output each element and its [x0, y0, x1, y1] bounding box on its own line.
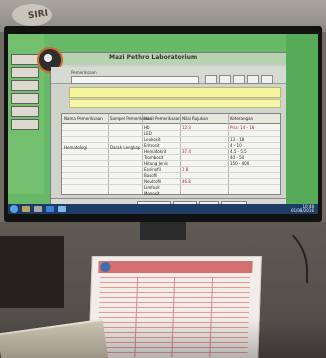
reference-range: 13 - 18 — [230, 137, 245, 142]
test-result: 37.4 — [182, 149, 191, 154]
search-input[interactable] — [71, 76, 199, 84]
sidebar-button-1[interactable] — [11, 54, 39, 65]
test-name: Eosinofil — [144, 167, 161, 172]
toolbar-button-5[interactable] — [261, 75, 273, 84]
table-row-divider-3 — [62, 142, 280, 143]
toolbar: Pemeriksaan — [51, 67, 287, 84]
sidebar-button-6[interactable] — [11, 119, 39, 130]
taskbar-date: 01/08/2016 — [290, 208, 314, 213]
sidebar-button-4[interactable] — [11, 93, 39, 104]
foreground-shadow — [0, 318, 326, 358]
monitor-stand — [140, 222, 186, 240]
sidebar-button-5[interactable] — [11, 106, 39, 117]
test-result: 12.3 — [182, 125, 191, 130]
table-header-note: Keterangan — [230, 116, 254, 121]
table-row-divider-8 — [62, 172, 280, 173]
reference-range: 4.5 - 5.5 — [230, 149, 247, 154]
test-result: 46.8 — [182, 179, 191, 184]
taskbar-app-icon-4[interactable] — [58, 206, 66, 212]
dark-desk-object — [0, 236, 64, 308]
table-row-divider-5 — [62, 154, 280, 155]
table-header-reference: Nilai Rujukan — [182, 116, 209, 121]
paper-header-band — [98, 261, 253, 273]
app-title: Mazi Pethro Laboratorium — [109, 54, 198, 61]
table-row-divider-7 — [62, 166, 280, 167]
reference-range: 40 - 50 — [230, 155, 245, 160]
test-name: Hb — [144, 125, 150, 130]
lab-logo-center-icon — [44, 54, 52, 62]
toolbar-button-4[interactable] — [247, 75, 259, 84]
right-screen-panel — [286, 34, 318, 204]
table-row-divider-1 — [62, 130, 280, 131]
monitor-screen: Mazi Pethro Laboratorium Pemeriksaan Nam… — [8, 34, 318, 214]
test-name: Hematokrit — [144, 149, 167, 154]
results-table: Nama Pemeriksaan Sampel Pemeriksaan Hasi… — [61, 113, 281, 196]
test-name: Eritrosit — [144, 143, 160, 148]
test-name: Trombosit — [144, 155, 164, 160]
windows-taskbar: 10:48 01/08/2016 — [8, 204, 318, 214]
test-name: Hitung Jenis — [144, 161, 168, 166]
test-name: Leukosit — [144, 137, 161, 142]
patient-detail-field[interactable] — [69, 99, 281, 108]
toolbar-button-1[interactable] — [205, 75, 217, 84]
sidebar-button-3[interactable] — [11, 80, 39, 91]
exam-group-label: Hematologi — [64, 145, 88, 150]
toolbar-button-3[interactable] — [233, 75, 245, 84]
reference-range: 4 - 10 — [230, 143, 242, 148]
table-header-result: Hasil Pemeriksaan — [144, 116, 181, 121]
table-row-divider-2 — [62, 136, 280, 137]
taskbar-app-icon-3[interactable] — [46, 206, 54, 212]
test-result: 1.8 — [182, 167, 189, 172]
test-name: Neutrofil — [144, 179, 162, 184]
test-name: Monosit — [144, 191, 160, 196]
table-header-name: Nama Pemeriksaan — [64, 116, 103, 121]
toolbar-button-2[interactable] — [219, 75, 231, 84]
table-row-divider-4 — [62, 148, 280, 149]
photo-scene: Mazi Pethro Laboratorium Pemeriksaan Nam… — [0, 0, 326, 358]
table-row-divider-10 — [62, 184, 280, 185]
reference-range: Pria: 14 - 18 — [230, 125, 255, 130]
window-titlebar: Mazi Pethro Laboratorium — [51, 53, 287, 65]
taskbar-app-icon-2[interactable] — [34, 206, 42, 212]
table-row-divider-9 — [62, 178, 280, 179]
reference-range: 150 - 400 — [230, 161, 250, 166]
sidebar-button-2[interactable] — [11, 67, 39, 78]
exam-sample-label: Darah Lengkap — [110, 145, 141, 150]
test-name: Basofil — [144, 173, 158, 178]
test-name: Limfosit — [144, 185, 160, 190]
start-button-icon[interactable] — [10, 205, 18, 213]
lab-app-window: Mazi Pethro Laboratorium Pemeriksaan Nam… — [37, 47, 288, 210]
search-label: Pemeriksaan — [71, 70, 97, 75]
patient-input-field[interactable] — [69, 87, 281, 98]
taskbar-app-icon-1[interactable] — [22, 206, 30, 212]
test-name: LED — [144, 131, 152, 136]
taskbar-clock: 10:48 01/08/2016 — [291, 205, 314, 213]
